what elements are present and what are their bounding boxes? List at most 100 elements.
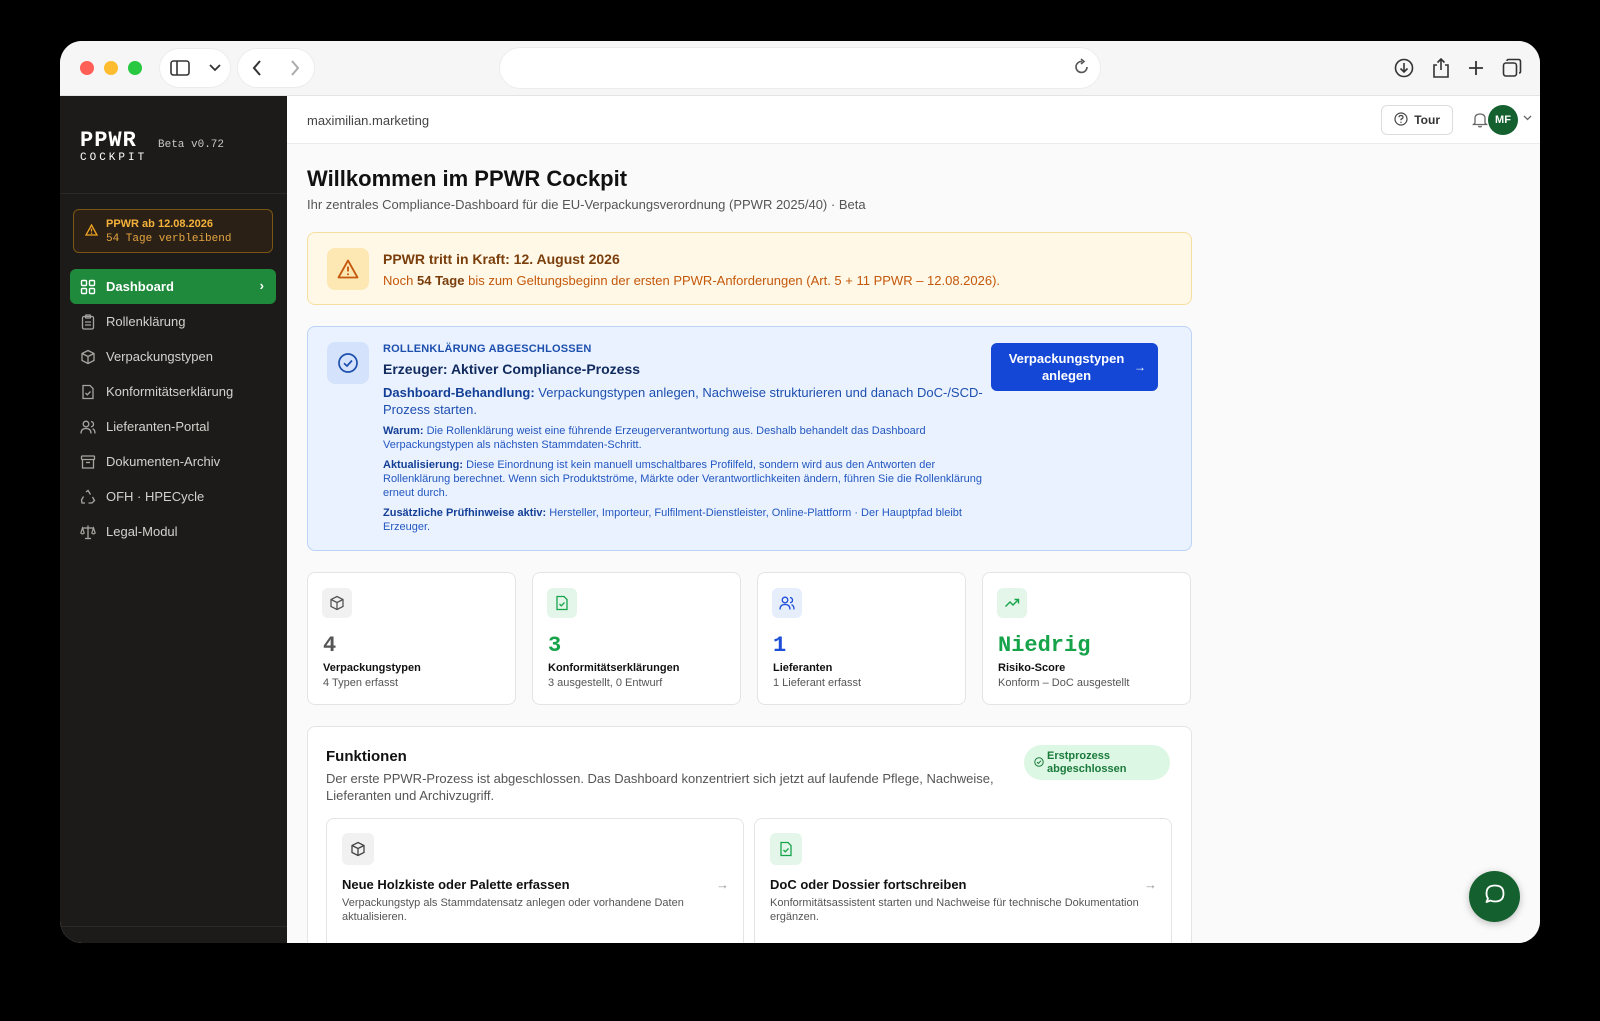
- page-title: Willkommen im PPWR Cockpit: [307, 166, 628, 191]
- tab-overview-icon[interactable]: [1502, 58, 1522, 78]
- package-icon: [342, 833, 374, 865]
- sidebar-item-rollenklaerung[interactable]: Rollenklärung: [70, 304, 276, 339]
- stat-label: Lieferanten: [773, 662, 833, 674]
- share-icon[interactable]: [1432, 58, 1450, 78]
- stat-sub: Konform – DoC ausgestellt: [998, 677, 1130, 689]
- role-update: Aktualisierung: Diese Einordnung ist kei…: [383, 458, 983, 500]
- role-treatment: Dashboard-Behandlung: Verpackungstypen a…: [383, 384, 983, 418]
- sidebar-item-legal-modul[interactable]: Legal-Modul: [70, 514, 276, 549]
- status-badge-label: Erstprozess abgeschlossen: [1047, 749, 1127, 775]
- address-bar[interactable]: [500, 48, 1100, 88]
- back-arrow-icon[interactable]: [252, 60, 262, 76]
- sidebar-item-label: Verpackungstypen: [106, 349, 213, 364]
- chevron-right-icon: ›: [259, 278, 264, 293]
- close-window-button[interactable]: [80, 61, 94, 75]
- stat-label: Risiko-Score: [998, 662, 1066, 674]
- role-why: Warum: Die Rollenklärung weist eine führ…: [383, 424, 983, 452]
- scale-icon: [80, 524, 96, 540]
- alert-suffix: bis zum Geltungsbeginn der ersten PPWR-A…: [468, 273, 1001, 288]
- chat-button[interactable]: [1469, 871, 1520, 922]
- package-icon: [322, 588, 352, 618]
- alert-days: 54: [416, 273, 432, 288]
- role-treatment-label: Dashboard-Behandlung:: [383, 385, 535, 400]
- main-content: maximilian.marketing Tour MF Willkommen …: [287, 96, 1540, 943]
- sidebar-item-ofh-hpecycle[interactable]: OFH · HPECycle: [70, 479, 276, 514]
- create-packaging-types-label: Verpackungstypen anlegen: [1008, 351, 1125, 383]
- role-extra-checks-label: Zusätzliche Prüfhinweise aktiv:: [383, 507, 547, 519]
- countdown-title: PPWR ab 12.08.2026: [106, 218, 214, 230]
- recycle-icon: [80, 489, 96, 505]
- functions-description: Der erste PPWR-Prozess ist abgeschlossen…: [326, 771, 994, 803]
- stat-card-lieferanten[interactable]: 1 Lieferanten 1 Lieferant erfasst: [757, 572, 966, 705]
- new-tab-icon[interactable]: [1468, 60, 1484, 76]
- help-circle-icon: [1394, 111, 1408, 129]
- sidebar-item-dokumenten-archiv[interactable]: Dokumenten-Archiv: [70, 444, 276, 479]
- file-check-icon: [80, 384, 96, 400]
- trending-up-icon: [997, 588, 1027, 618]
- chevron-down-icon[interactable]: [1523, 113, 1532, 124]
- warning-icon: [84, 223, 99, 239]
- file-check-icon: [770, 833, 802, 865]
- stat-card-risiko-score[interactable]: Niedrig Risiko-Score Konform – DoC ausge…: [982, 572, 1191, 705]
- browser-toolbar: [60, 41, 1540, 96]
- function-card-new-crate[interactable]: Neue Holzkiste oder Palette erfassen Ver…: [326, 818, 744, 943]
- stat-card-konformitaetserklaerungen[interactable]: 3 Konformitätserklärungen 3 ausgestellt,…: [532, 572, 741, 705]
- check-circle-icon: [327, 342, 369, 384]
- reload-icon[interactable]: [1074, 58, 1090, 76]
- role-kicker: ROLLENKLÄRUNG ABGESCHLOSSEN: [383, 343, 592, 355]
- role-why-label: Warum:: [383, 425, 424, 437]
- stat-card-verpackungstypen[interactable]: 4 Verpackungstypen 4 Typen erfasst: [307, 572, 516, 705]
- alert-prefix: Noch: [383, 273, 414, 288]
- sidebar-item-label: OFH · HPECycle: [106, 489, 205, 504]
- sidebar-item-verpackungstypen[interactable]: Verpackungstypen: [70, 339, 276, 374]
- functions-section: Funktionen Der erste PPWR-Prozess ist ab…: [307, 726, 1192, 943]
- browser-window: PPWR COCKPIT Beta v0.72 PPWR ab 12.08.20…: [60, 41, 1540, 943]
- stat-sub: 4 Typen erfasst: [323, 677, 399, 689]
- logo-line-1: PPWR: [80, 128, 137, 153]
- function-card-title: DoC oder Dossier fortschreiben: [770, 877, 967, 892]
- sidebar-item-dashboard[interactable]: Dashboard ›: [70, 269, 276, 304]
- stat-sub: 3 ausgestellt, 0 Entwurf: [548, 677, 663, 689]
- sidebar-item-label: Dokumenten-Archiv: [106, 454, 221, 469]
- bell-icon[interactable]: [1471, 111, 1489, 133]
- alert-title: PPWR tritt in Kraft: 12. August 2026: [383, 251, 620, 267]
- stat-value: 4: [323, 633, 337, 658]
- package-icon: [80, 349, 96, 365]
- deadline-alert: PPWR tritt in Kraft: 12. August 2026 Noc…: [307, 232, 1192, 305]
- role-extra-checks: Zusätzliche Prüfhinweise aktiv: Herstell…: [383, 506, 983, 534]
- tour-button[interactable]: Tour: [1381, 105, 1453, 135]
- stat-label: Konformitätserklärungen: [548, 662, 680, 674]
- users-icon: [80, 419, 96, 435]
- users-icon: [772, 588, 802, 618]
- stat-value: Niedrig: [998, 633, 1091, 658]
- arrow-right-icon: →: [1144, 877, 1157, 892]
- stat-label: Verpackungstypen: [323, 662, 421, 674]
- sidebar-item-lieferanten-portal[interactable]: Lieferanten-Portal: [70, 409, 276, 444]
- clipboard-icon: [80, 313, 96, 330]
- create-packaging-types-button[interactable]: Verpackungstypen anlegen →: [991, 343, 1158, 391]
- stats-row: 4 Verpackungstypen 4 Typen erfasst 3 Kon…: [307, 572, 1192, 705]
- avatar[interactable]: MF: [1488, 105, 1518, 135]
- role-update-text: Diese Einordnung ist kein manuell umscha…: [383, 459, 983, 499]
- logo-line-2: COCKPIT: [80, 152, 148, 164]
- sidebar-toggle-icon[interactable]: [169, 60, 190, 76]
- sidebar-item-konformitaetserklaerung[interactable]: Konformitätserklärung: [70, 374, 276, 409]
- minimize-window-button[interactable]: [104, 61, 118, 75]
- forward-arrow-icon[interactable]: [290, 60, 300, 76]
- chevron-down-icon[interactable]: [208, 64, 221, 72]
- function-card-doc-dossier[interactable]: DoC oder Dossier fortschreiben Konformit…: [754, 818, 1172, 943]
- sidebar-item-label: Lieferanten-Portal: [106, 419, 210, 434]
- maximize-window-button[interactable]: [128, 61, 142, 75]
- role-status-panel: ROLLENKLÄRUNG ABGESCHLOSSEN Erzeuger: Ak…: [307, 326, 1192, 551]
- sidebar-nav: Dashboard › Rollenklärung Verpackungstyp…: [70, 269, 276, 549]
- organization-name: maximilian.marketing: [307, 113, 430, 128]
- top-bar: maximilian.marketing Tour MF: [287, 96, 1540, 144]
- sidebar-item-label: Legal-Modul: [106, 524, 178, 539]
- page-subtitle: Ihr zentrales Compliance-Dashboard für d…: [307, 197, 866, 212]
- function-card-title: Neue Holzkiste oder Palette erfassen: [342, 877, 570, 892]
- download-icon[interactable]: [1394, 58, 1414, 78]
- app-logo[interactable]: PPWR COCKPIT: [80, 130, 147, 164]
- stat-value: 3: [548, 633, 562, 658]
- tour-label: Tour: [1414, 113, 1440, 127]
- stat-value: 1: [773, 633, 787, 658]
